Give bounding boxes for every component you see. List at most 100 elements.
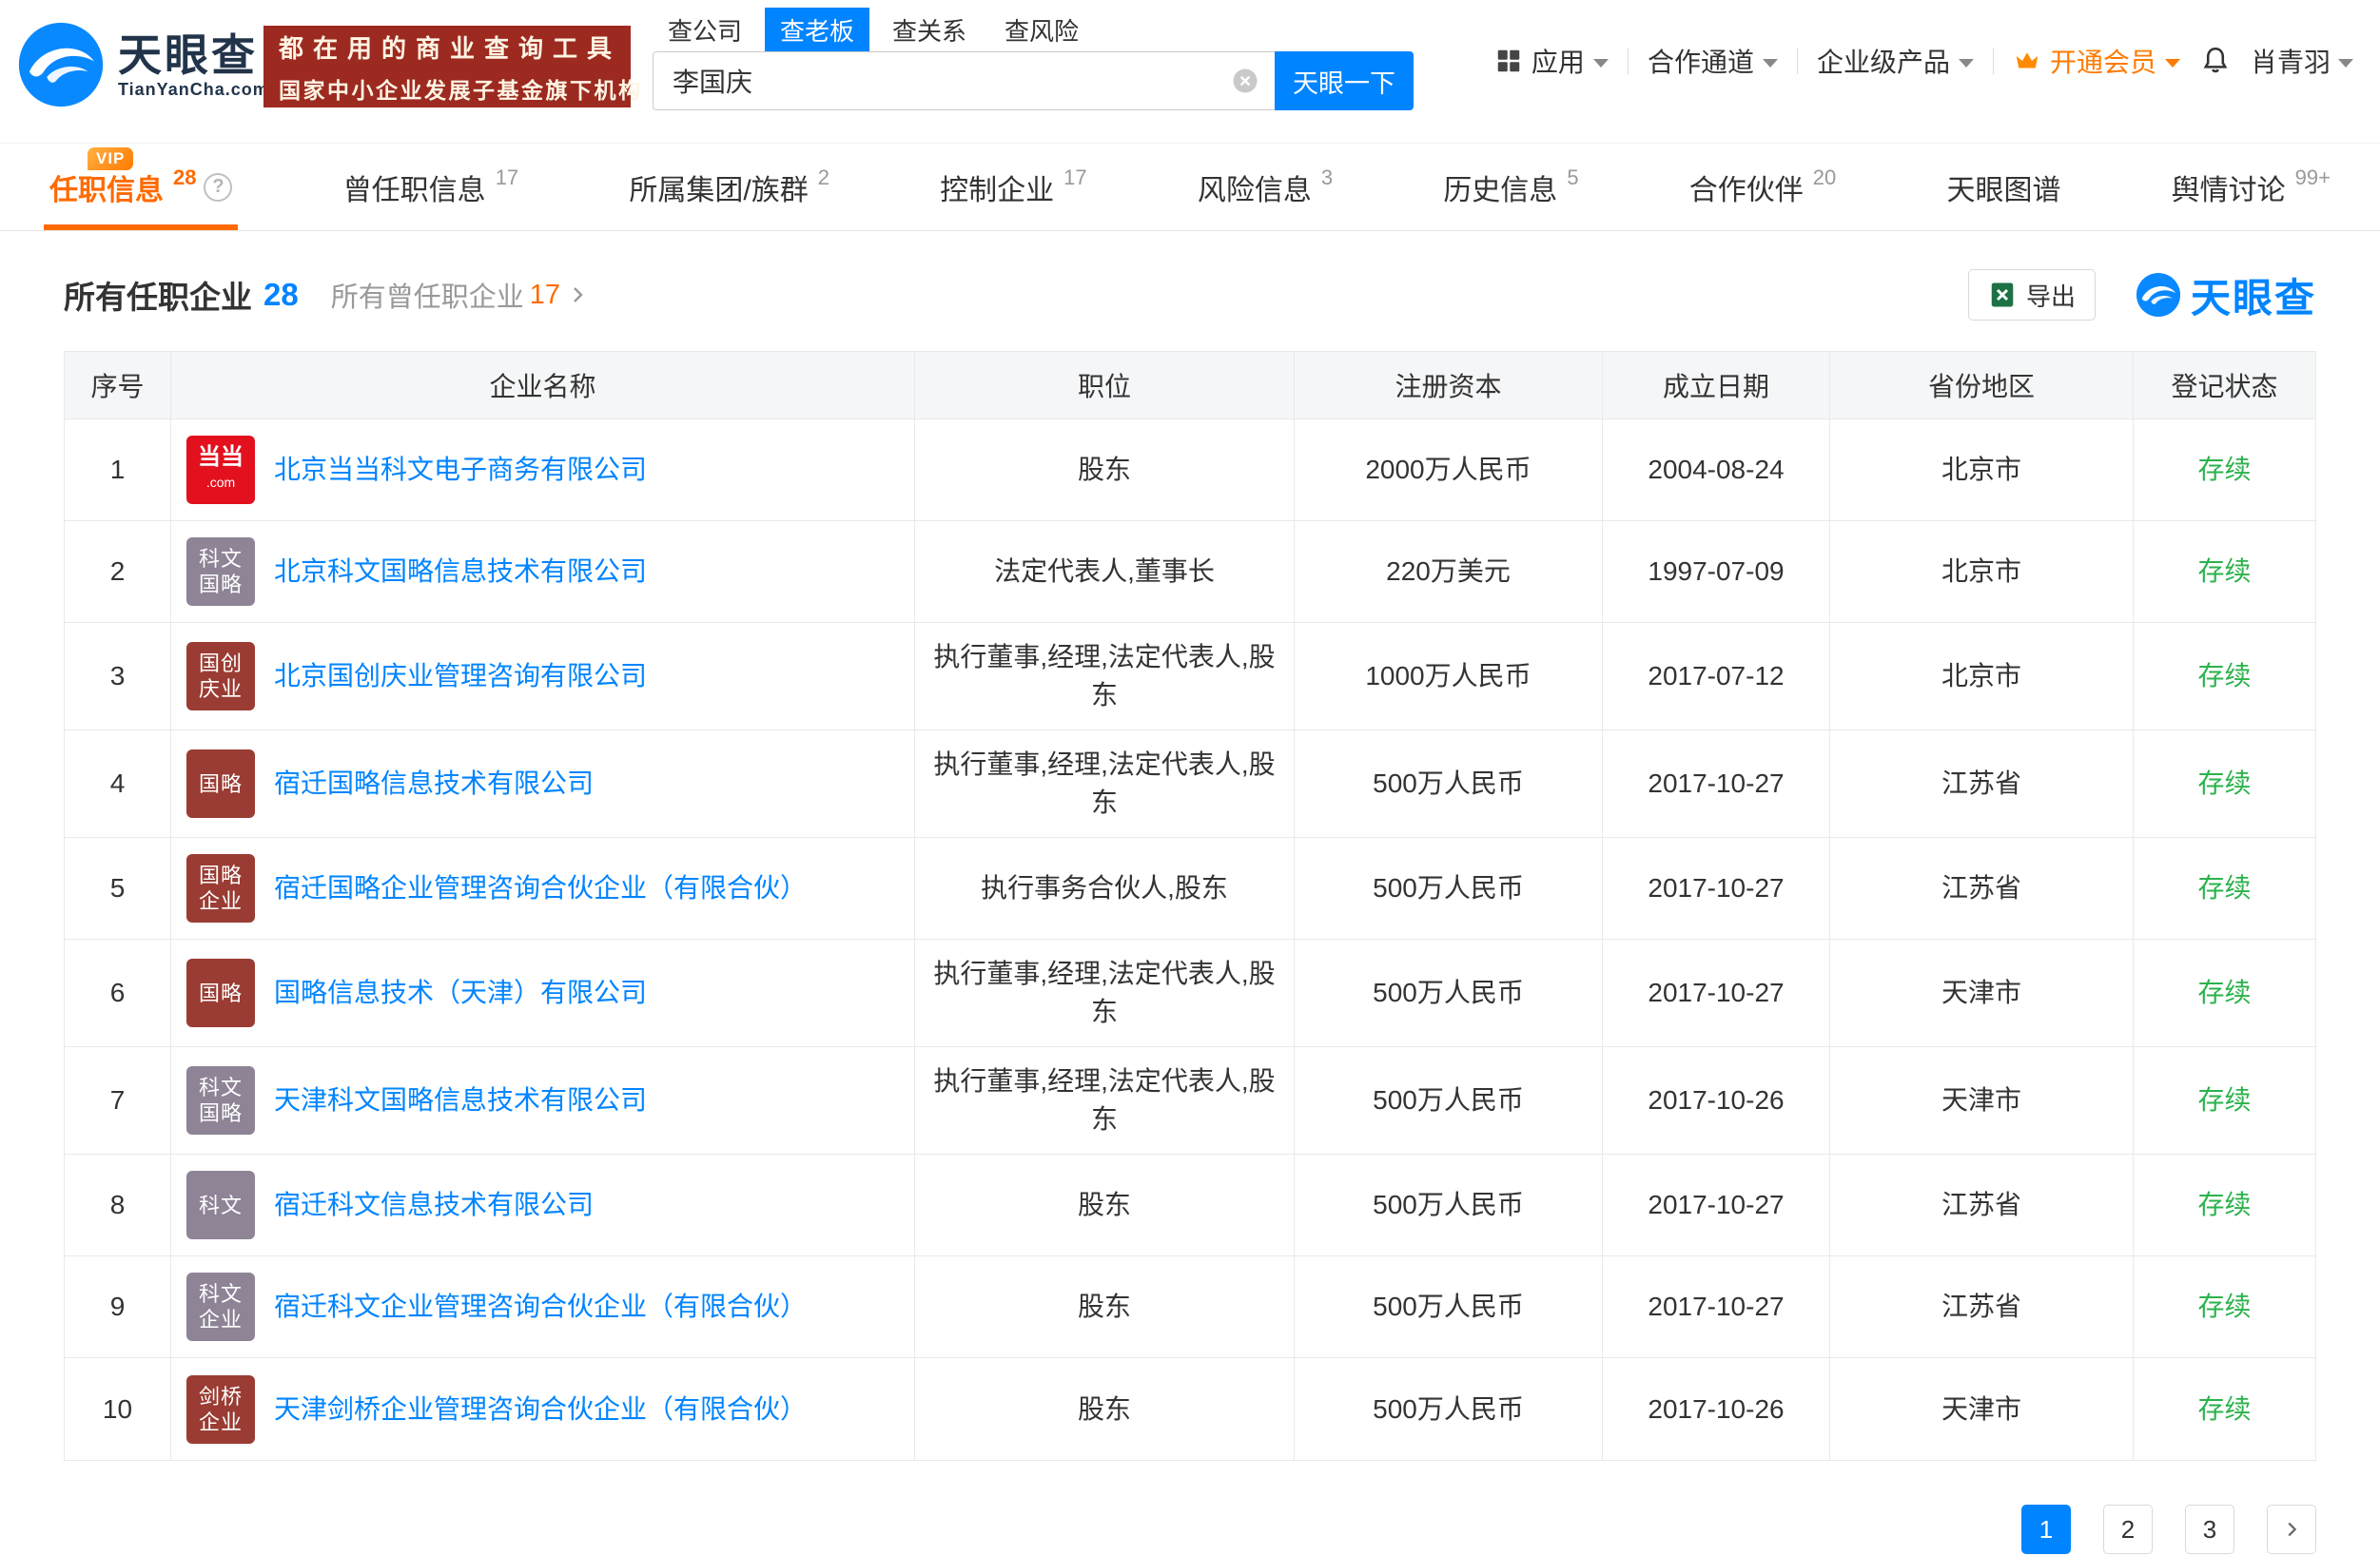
- notifications-button[interactable]: [2199, 45, 2232, 77]
- tianyancha-logo-icon: [18, 22, 104, 107]
- company-link[interactable]: 宿迁国略企业管理咨询合伙企业（有限合伙）: [274, 869, 807, 907]
- next-page-button[interactable]: [2267, 1505, 2316, 1554]
- cell-position: 执行董事,经理,法定代表人,股东: [915, 940, 1295, 1046]
- company-logo: 国略: [186, 749, 255, 818]
- page-button-2[interactable]: 2: [2103, 1505, 2153, 1554]
- cell-company: 科文 国略 天津科文国略信息技术有限公司: [171, 1047, 915, 1154]
- tab-past-employment[interactable]: 曾任职信息 17: [338, 144, 524, 230]
- cell-company: 科文 企业 宿迁科文企业管理咨询合伙企业（有限合伙）: [171, 1256, 915, 1357]
- chevron-right-icon: [2288, 1522, 2297, 1537]
- company-link[interactable]: 天津剑桥企业管理咨询合伙企业（有限合伙）: [274, 1391, 807, 1429]
- company-logo-line: 当当: [198, 444, 244, 470]
- company-link[interactable]: 宿迁科文企业管理咨询合伙企业（有限合伙）: [274, 1288, 807, 1326]
- cell-company: 剑桥 企业 天津剑桥企业管理咨询合伙企业（有限合伙）: [171, 1358, 915, 1460]
- company-logo-line: 国略: [198, 1101, 243, 1125]
- search-input-wrap: [653, 51, 1275, 110]
- company-link[interactable]: 天津科文国略信息技术有限公司: [274, 1081, 647, 1119]
- table-row: 7 科文 国略 天津科文国略信息技术有限公司 执行董事,经理,法定代表人,股东 …: [65, 1047, 2315, 1155]
- search-tab-relation[interactable]: 查关系: [877, 7, 982, 53]
- divider: [1627, 48, 1629, 74]
- page-button-1[interactable]: 1: [2021, 1505, 2071, 1554]
- cell-region: 天津市: [1830, 940, 2134, 1046]
- company-link[interactable]: 宿迁国略信息技术有限公司: [274, 765, 594, 803]
- cell-capital: 220万美元: [1295, 521, 1603, 622]
- cell-index: 3: [65, 623, 171, 729]
- user-menu[interactable]: 肖青羽: [2251, 42, 2353, 80]
- cell-position: 法定代表人,董事长: [915, 521, 1295, 622]
- cell-date: 2017-10-26: [1603, 1047, 1830, 1154]
- tab-public-opinion[interactable]: 舆情讨论 99+: [2166, 144, 2336, 230]
- table-row: 4 国略 宿迁国略信息技术有限公司 执行董事,经理,法定代表人,股东 500万人…: [65, 730, 2315, 838]
- cell-company: 当当 .com 北京当当科文电子商务有限公司: [171, 419, 915, 520]
- nav-open-vip[interactable]: 开通会员: [2013, 42, 2180, 80]
- brand-domain: TianYanCha.com: [118, 79, 269, 99]
- page-button-3[interactable]: 3: [2185, 1505, 2234, 1554]
- cell-date: 2017-10-27: [1603, 730, 1830, 837]
- nav-enterprise-products[interactable]: 企业级产品: [1817, 42, 1974, 80]
- cell-company: 国略 国略信息技术（天津）有限公司: [171, 940, 915, 1046]
- brand-wordmark: 天眼查 TianYanCha.com: [118, 30, 269, 100]
- company-logo-line: 企业: [198, 1410, 243, 1434]
- bell-icon: [2203, 47, 2228, 73]
- clear-input-icon[interactable]: [1231, 67, 1259, 95]
- nav-apps[interactable]: 应用: [1494, 42, 1609, 80]
- search-submit-button[interactable]: 天眼一下: [1275, 51, 1414, 110]
- search-tab-risk[interactable]: 查风险: [989, 7, 1094, 53]
- page: 天眼查 TianYanCha.com 都在用的商业查询工具 国家中小企业发展子基…: [0, 0, 2380, 1556]
- tab-controlled-companies[interactable]: 控制企业 17: [934, 144, 1092, 230]
- cell-capital: 500万人民币: [1295, 730, 1603, 837]
- tab-graph[interactable]: 天眼图谱: [1941, 144, 2066, 230]
- header-index: 序号: [65, 352, 171, 418]
- cell-capital: 2000万人民币: [1295, 419, 1603, 520]
- table-header: 序号 企业名称 职位 注册资本 成立日期 省份地区 登记状态: [65, 352, 2315, 419]
- search-tab-company[interactable]: 查公司: [653, 7, 757, 53]
- company-link[interactable]: 宿迁科文信息技术有限公司: [274, 1186, 594, 1224]
- cell-index: 10: [65, 1358, 171, 1460]
- cell-region: 江苏省: [1830, 730, 2134, 837]
- search-input[interactable]: [653, 51, 1275, 110]
- help-icon[interactable]: ?: [204, 172, 233, 202]
- brand-logo[interactable]: 天眼查 TianYanCha.com: [17, 21, 269, 108]
- company-link[interactable]: 北京当当科文电子商务有限公司: [274, 451, 647, 489]
- cell-index: 1: [65, 419, 171, 520]
- tab-count: 17: [495, 165, 519, 189]
- tab-group-cluster[interactable]: 所属集团/族群 2: [623, 144, 835, 230]
- search-tab-boss[interactable]: 查老板: [765, 8, 870, 51]
- cell-company: 科文 国略 北京科文国略信息技术有限公司: [171, 521, 915, 622]
- tab-label: 舆情讨论: [2171, 174, 2286, 206]
- company-logo: 科文 国略: [186, 1066, 255, 1135]
- promo-line-2: 国家中小企业发展子基金旗下机构: [279, 77, 643, 103]
- company-link[interactable]: 国略信息技术（天津）有限公司: [274, 974, 647, 1012]
- past-employment-link[interactable]: 所有曾任职企业 17: [331, 275, 589, 315]
- company-link[interactable]: 北京科文国略信息技术有限公司: [274, 553, 647, 591]
- company-logo-line: 国略: [198, 981, 243, 1005]
- company-logo: 科文 企业: [186, 1273, 255, 1341]
- past-employment-count: 17: [529, 279, 560, 310]
- cell-date: 2017-10-27: [1603, 1155, 1830, 1255]
- export-button[interactable]: 导出: [1967, 269, 2096, 321]
- export-label: 导出: [2025, 282, 2076, 311]
- tab-history-info[interactable]: 历史信息 5: [1437, 144, 1584, 230]
- brand-watermark: 天眼查: [2136, 266, 2316, 324]
- tab-count: 17: [1063, 165, 1087, 189]
- company-logo: 当当 .com: [186, 436, 255, 504]
- tab-label: 控制企业: [940, 174, 1055, 206]
- cell-position: 执行董事,经理,法定代表人,股东: [915, 730, 1295, 837]
- cell-index: 8: [65, 1155, 171, 1255]
- table-row: 9 科文 企业 宿迁科文企业管理咨询合伙企业（有限合伙） 股东 500万人民币 …: [65, 1256, 2315, 1358]
- tab-count: 20: [1812, 165, 1837, 189]
- company-link[interactable]: 北京国创庆业管理咨询有限公司: [274, 657, 647, 695]
- company-logo-line: 企业: [198, 1308, 243, 1332]
- tab-risk-info[interactable]: 风险信息 3: [1192, 144, 1338, 230]
- cell-region: 北京市: [1830, 623, 2134, 729]
- past-employment-label: 所有曾任职企业: [330, 282, 524, 313]
- profile-tabs: VIP 任职信息 28 ? 曾任职信息 17 所属集团/族群 2 控制企业 17…: [0, 143, 2380, 231]
- tab-employment-info[interactable]: VIP 任职信息 28 ?: [44, 144, 239, 230]
- nav-partner-channel[interactable]: 合作通道: [1648, 42, 1778, 80]
- tab-count: 28: [173, 165, 197, 189]
- tab-partners[interactable]: 合作伙伴 20: [1684, 144, 1842, 230]
- header-date: 成立日期: [1603, 352, 1830, 418]
- company-logo-line: 企业: [198, 889, 243, 913]
- employment-table: 序号 企业名称 职位 注册资本 成立日期 省份地区 登记状态 1 当当 .com…: [64, 351, 2316, 1461]
- divider: [1992, 48, 1994, 74]
